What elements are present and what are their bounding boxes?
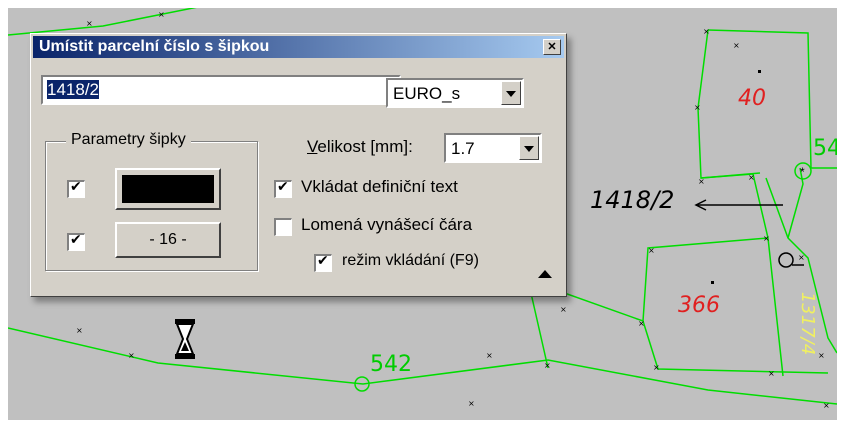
arrow-number-label: - 16 - (149, 231, 187, 248)
arrow-icon (694, 199, 783, 211)
arrow-number-button[interactable]: - 16 - (115, 222, 221, 258)
parcel-label-542: 542 (370, 352, 412, 377)
svg-text:×: × (698, 177, 705, 186)
svg-text:×: × (486, 351, 493, 360)
parcel-number-input[interactable]: 1418/2 (41, 75, 401, 105)
svg-text:×: × (86, 19, 93, 28)
size-label-accesskey: V (307, 137, 318, 156)
parcel-label-1418-2: 1418/2 (590, 186, 675, 214)
size-select-value: 1.7 (451, 139, 475, 158)
screenshot-frame: ×× ×× ×× ×× ×× ×× ×× ×× ×× ×× ×× * (0, 0, 845, 428)
font-select-value: EURO_s (393, 84, 461, 103)
place-parcel-number-dialog: Umístit parcelní číslo s šipkou ✕ 1418/2… (30, 33, 567, 297)
svg-text:×: × (768, 369, 775, 378)
svg-text:×: × (468, 399, 475, 408)
arrow-parameters-label: Parametry šipky (66, 131, 191, 149)
parcel-label-54: 54 (813, 136, 837, 161)
svg-text:×: × (763, 234, 770, 243)
hourglass-icon (175, 319, 195, 359)
svg-text:×: × (823, 401, 830, 410)
close-icon: ✕ (547, 41, 557, 53)
chevron-down-icon[interactable] (519, 136, 539, 160)
svg-text:×: × (158, 10, 165, 19)
arrow-color-button[interactable] (115, 168, 221, 210)
svg-text:×: × (818, 351, 825, 360)
close-button[interactable]: ✕ (543, 39, 561, 55)
svg-text:×: × (544, 361, 551, 370)
point-marker: * (800, 165, 805, 179)
svg-text:×: × (748, 173, 755, 182)
parcel-label-40: 40 (738, 86, 766, 111)
svg-text:×: × (733, 41, 740, 50)
chevron-down-icon[interactable] (501, 81, 521, 105)
svg-text:×: × (798, 253, 805, 262)
svg-text:×: × (648, 246, 655, 255)
svg-text:×: × (653, 363, 660, 372)
svg-text:×: × (560, 305, 567, 314)
definition-text-label: Vkládat definiční text (301, 177, 458, 196)
insert-mode-label: režim vkládání (F9) (342, 252, 479, 269)
size-select[interactable]: 1.7 (444, 133, 542, 163)
arrow-number-checkbox[interactable] (67, 232, 85, 251)
parcel-label-1317-4: 1317/4 (797, 291, 819, 356)
arrow-color-swatch (122, 175, 214, 203)
svg-text:×: × (703, 27, 710, 36)
arrow-color-checkbox[interactable] (67, 179, 85, 198)
font-select[interactable]: EURO_s (386, 78, 524, 108)
parcel-number-value: 1418/2 (47, 80, 99, 99)
svg-text:×: × (638, 319, 645, 328)
size-label-text: elikost [mm]: (317, 137, 413, 156)
dialog-title: Umístit parcelní číslo s šipkou (39, 38, 270, 55)
broken-line-checkbox[interactable] (274, 218, 292, 236)
svg-text:×: × (694, 103, 701, 112)
size-label: Velikost [mm]: (307, 137, 413, 157)
dialog-titlebar[interactable]: Umístit parcelní číslo s šipkou ✕ (33, 36, 564, 58)
svg-text:×: × (128, 351, 135, 360)
collapse-up-icon[interactable] (538, 270, 552, 278)
insert-mode-checkbox[interactable] (314, 253, 332, 272)
definition-text-checkbox[interactable] (274, 179, 292, 198)
broken-line-label: Lomená vynášecí čára (301, 215, 473, 234)
svg-text:×: × (76, 326, 83, 335)
parcel-label-366: 366 (678, 293, 720, 318)
